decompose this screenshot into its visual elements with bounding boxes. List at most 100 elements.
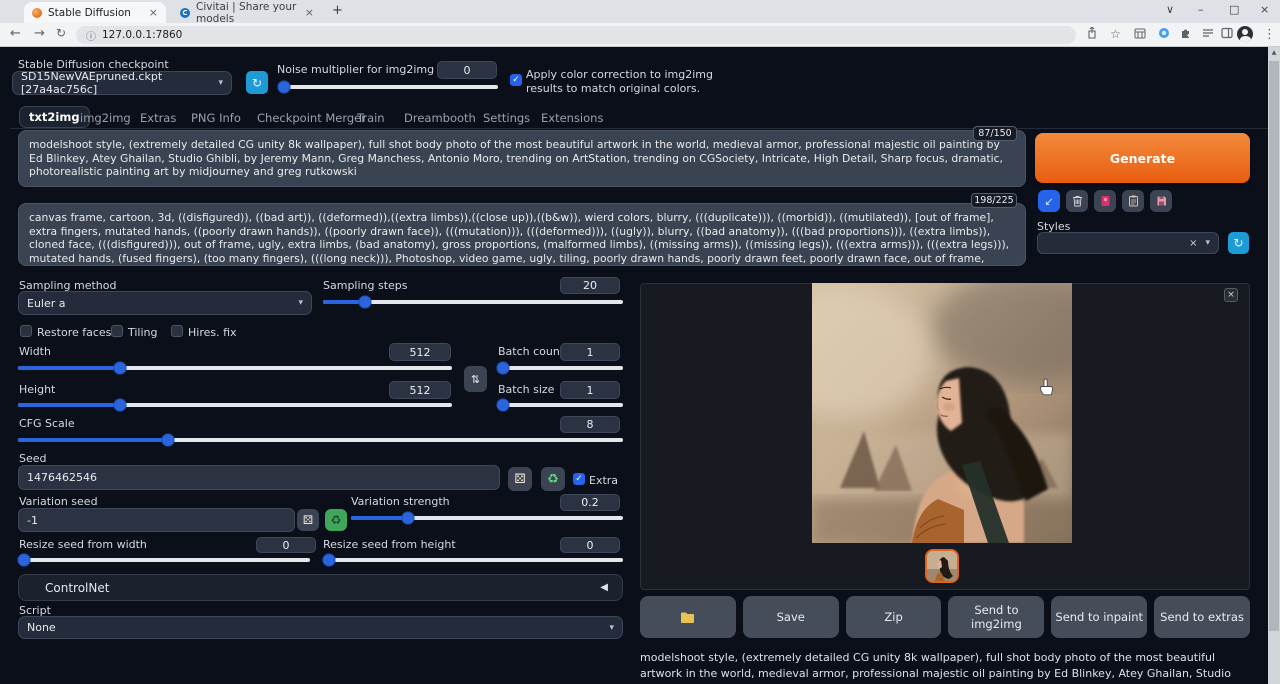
scrollbar-thumb[interactable] (1269, 61, 1279, 631)
tab-extras[interactable]: Extras (140, 111, 176, 125)
send-to-img2img-button[interactable]: Send to img2img (948, 596, 1044, 638)
page-scrollbar[interactable]: ▲ (1268, 47, 1280, 684)
share-icon[interactable] (1084, 27, 1099, 42)
height-input[interactable]: 512 (389, 381, 451, 399)
checkpoint-dropdown[interactable]: SD15NewVAEpruned.ckpt [27a4ac756c] ▾ (12, 71, 232, 95)
restore-faces-checkbox[interactable] (20, 325, 32, 337)
swap-icon: ⇅ (471, 373, 480, 386)
tiling-checkbox[interactable] (111, 325, 123, 337)
clear-styles-icon[interactable]: × (1189, 238, 1197, 249)
window-maximize-button[interactable]: □ (1229, 3, 1239, 16)
extra-seed-checkbox[interactable]: ✓ (573, 473, 585, 485)
tab-extensions[interactable]: Extensions (541, 111, 603, 125)
width-input[interactable]: 512 (389, 343, 451, 361)
new-tab-button[interactable]: + (332, 3, 343, 18)
restore-faces-label: Restore faces (37, 326, 111, 339)
apply-style-button[interactable] (1122, 190, 1144, 212)
tab-close-icon[interactable]: × (305, 6, 314, 19)
url-text: 127.0.0.1:7860 (102, 29, 182, 41)
reading-list-icon[interactable] (1200, 27, 1215, 42)
extra-networks-button[interactable] (1094, 190, 1116, 212)
open-folder-button[interactable] (640, 596, 736, 638)
script-dropdown[interactable]: None ▾ (18, 616, 623, 639)
url-bar[interactable]: ⓘ 127.0.0.1:7860 (76, 26, 1076, 44)
color-correction-checkbox[interactable]: ✓ (510, 74, 522, 86)
resize-seed-height-slider[interactable] (323, 558, 623, 562)
seed-value: 1476462546 (27, 471, 97, 484)
browser-menu-dots-icon[interactable]: ⋮ (1262, 27, 1277, 42)
batch-count-slider[interactable] (498, 366, 623, 370)
variation-seed-input[interactable]: -1 (18, 508, 295, 532)
tab-close-icon[interactable]: × (149, 6, 158, 19)
extension-grid-icon[interactable] (1132, 27, 1147, 42)
window-chevron-icon[interactable]: ∨ (1166, 3, 1174, 16)
forward-icon[interactable]: → (34, 26, 45, 41)
tab-dreambooth[interactable]: Dreambooth (404, 111, 476, 125)
random-variation-seed-button[interactable]: ⚄ (297, 509, 319, 531)
browser-tab-civitai[interactable]: C Civitai | Share your models × (172, 2, 322, 23)
profile-avatar[interactable] (1237, 26, 1253, 42)
styles-dropdown[interactable]: × ▾ (1037, 232, 1219, 254)
tab-img2img[interactable]: img2img (80, 111, 131, 125)
send-to-inpaint-button[interactable]: Send to inpaint (1051, 596, 1147, 638)
extension-circle-icon[interactable] (1156, 27, 1171, 42)
noise-multiplier-slider[interactable] (280, 85, 498, 89)
height-slider[interactable] (18, 403, 452, 407)
width-slider[interactable] (18, 366, 452, 370)
reuse-variation-seed-button[interactable]: ♻ (325, 509, 347, 531)
seed-input[interactable]: 1476462546 (18, 465, 500, 490)
negative-prompt-textarea[interactable]: canvas frame, cartoon, 3d, ((disfigured)… (18, 203, 1026, 266)
variation-strength-input[interactable]: 0.2 (560, 494, 620, 511)
reuse-seed-button[interactable]: ♻ (541, 467, 565, 491)
tab-checkpoint-merger[interactable]: Checkpoint Merger (257, 111, 366, 125)
resize-seed-width-label: Resize seed from width (19, 538, 147, 551)
random-seed-button[interactable]: ⚄ (508, 467, 532, 491)
site-info-icon[interactable]: ⓘ (86, 28, 96, 43)
refresh-styles-button[interactable]: ↻ (1228, 232, 1249, 254)
tab-png-info[interactable]: PNG Info (191, 111, 241, 125)
tab-train[interactable]: Train (357, 111, 385, 125)
send-to-extras-button[interactable]: Send to extras (1154, 596, 1250, 638)
batch-size-input[interactable]: 1 (560, 381, 620, 399)
zip-button[interactable]: Zip (846, 596, 942, 638)
generate-button[interactable]: Generate (1035, 133, 1250, 183)
save-button[interactable]: Save (743, 596, 839, 638)
resize-seed-width-slider[interactable] (18, 558, 310, 562)
trash-icon (1072, 195, 1083, 207)
resize-seed-width-input[interactable]: 0 (256, 537, 316, 553)
swap-width-height-button[interactable]: ⇅ (464, 366, 487, 392)
gallery-thumbnail[interactable] (925, 549, 959, 583)
floppy-icon (1156, 195, 1167, 207)
window-close-button[interactable]: × (1260, 3, 1269, 16)
tab-settings[interactable]: Settings (483, 111, 530, 125)
bookmark-star-icon[interactable]: ☆ (1108, 27, 1123, 42)
sampling-method-dropdown[interactable]: Euler a ▾ (18, 291, 312, 315)
close-image-button[interactable]: × (1224, 288, 1238, 302)
checkpoint-value: SD15NewVAEpruned.ckpt [27a4ac756c] (21, 70, 218, 96)
controlnet-accordion[interactable]: ControlNet ◀ (18, 574, 623, 601)
extensions-puzzle-icon[interactable] (1178, 27, 1193, 42)
clear-prompt-button[interactable] (1066, 190, 1088, 212)
sampling-steps-input[interactable]: 20 (560, 277, 620, 294)
save-style-button[interactable] (1150, 190, 1172, 212)
scrollbar-up-icon[interactable]: ▲ (1268, 49, 1280, 56)
generated-image[interactable] (812, 283, 1072, 543)
browser-tab-stable-diffusion[interactable]: Stable Diffusion × (24, 2, 166, 23)
reload-icon[interactable]: ↻ (56, 26, 66, 40)
read-generation-params-button[interactable]: ↙ (1038, 190, 1060, 212)
hires-fix-checkbox[interactable] (171, 325, 183, 337)
batch-count-input[interactable]: 1 (560, 343, 620, 361)
back-icon[interactable]: ← (10, 26, 21, 41)
noise-multiplier-input[interactable]: 0 (437, 61, 497, 79)
cfg-scale-slider[interactable] (18, 438, 623, 442)
prompt-textarea[interactable]: modelshoot style, (extremely detailed CG… (18, 130, 1026, 187)
window-minimize-button[interactable]: – (1198, 3, 1204, 16)
variation-strength-slider[interactable] (351, 516, 623, 520)
tab-txt2img[interactable]: txt2img (19, 106, 90, 128)
refresh-checkpoint-button[interactable]: ↻ (246, 71, 268, 94)
side-panel-icon[interactable] (1219, 27, 1234, 42)
cfg-scale-input[interactable]: 8 (560, 416, 620, 433)
batch-size-slider[interactable] (498, 403, 623, 407)
resize-seed-height-input[interactable]: 0 (560, 537, 620, 553)
sampling-steps-slider[interactable] (323, 300, 623, 304)
